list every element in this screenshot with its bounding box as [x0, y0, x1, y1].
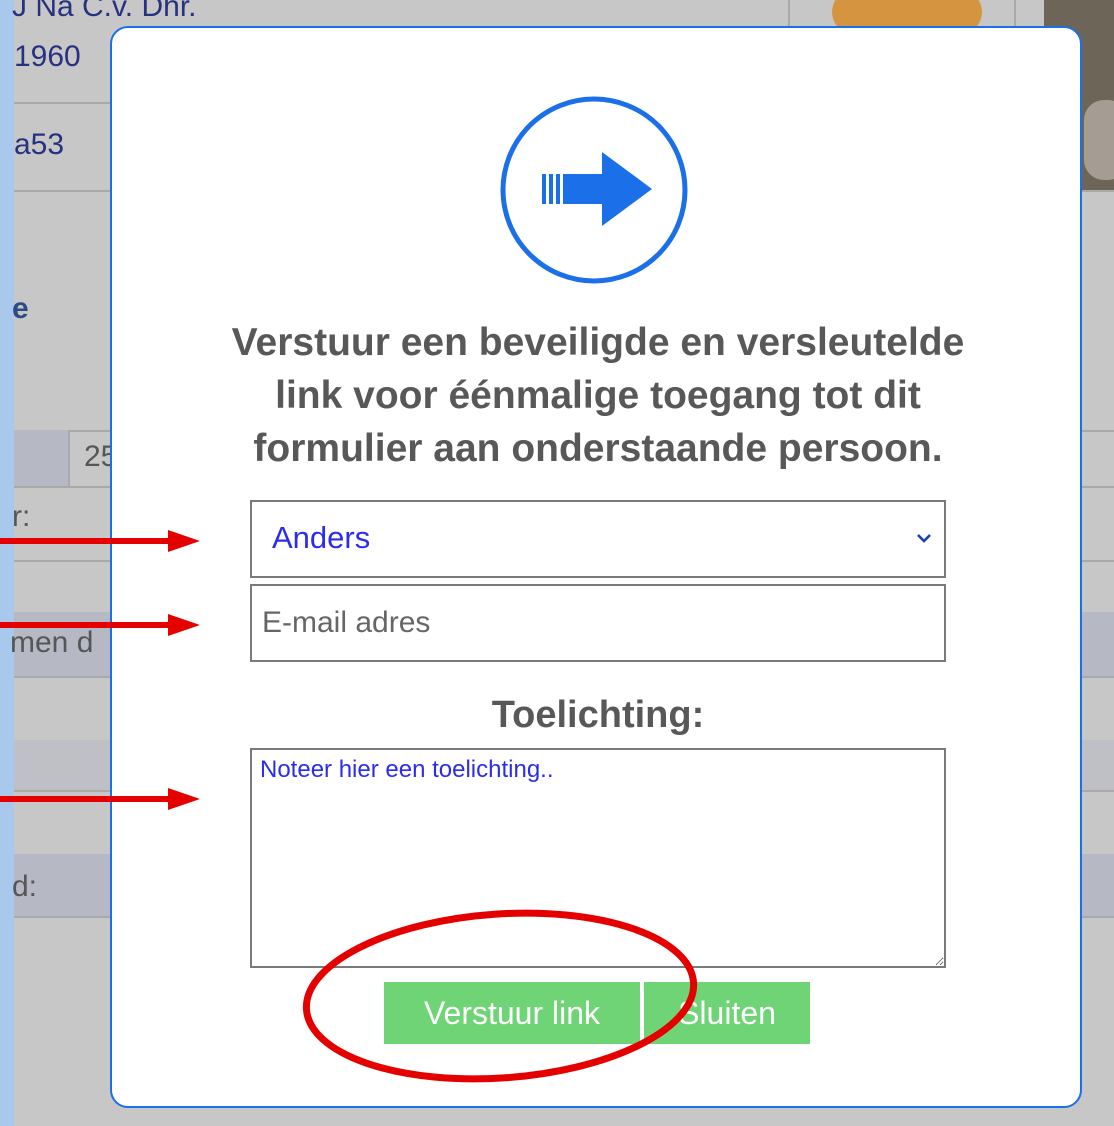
bg-divider — [788, 0, 790, 26]
arrow-right-circle-icon — [500, 96, 688, 284]
annotation-ellipse — [302, 909, 698, 1083]
bg-text: 1960 — [14, 40, 81, 73]
bg-text: e — [12, 292, 29, 325]
modal-headline: Verstuur een beveiligde en versleutelde … — [172, 316, 1024, 475]
bg-divider — [68, 430, 70, 486]
chevron-down-icon — [917, 534, 931, 543]
headline-line: Verstuur een beveiligde en versleutelde — [231, 321, 965, 364]
bg-text: d: — [12, 870, 38, 903]
note-label: Toelichting: — [491, 694, 705, 736]
headline-line: link voor éénmalige toegang tot dit — [275, 374, 921, 417]
email-field[interactable] — [250, 584, 946, 662]
annotation-arrow-icon — [0, 614, 200, 636]
headline-line: formulier aan onderstaande persoon. — [253, 427, 943, 470]
bg-text: a53 — [14, 128, 65, 161]
bg-cell — [14, 430, 68, 486]
recipient-select[interactable]: Anders — [250, 500, 946, 578]
annotation-arrow-icon — [0, 788, 200, 810]
recipient-select-value: Anders — [272, 520, 371, 555]
annotation-arrow-icon — [0, 530, 200, 552]
bg-text: J Na C.v. Dhr. — [12, 0, 197, 23]
